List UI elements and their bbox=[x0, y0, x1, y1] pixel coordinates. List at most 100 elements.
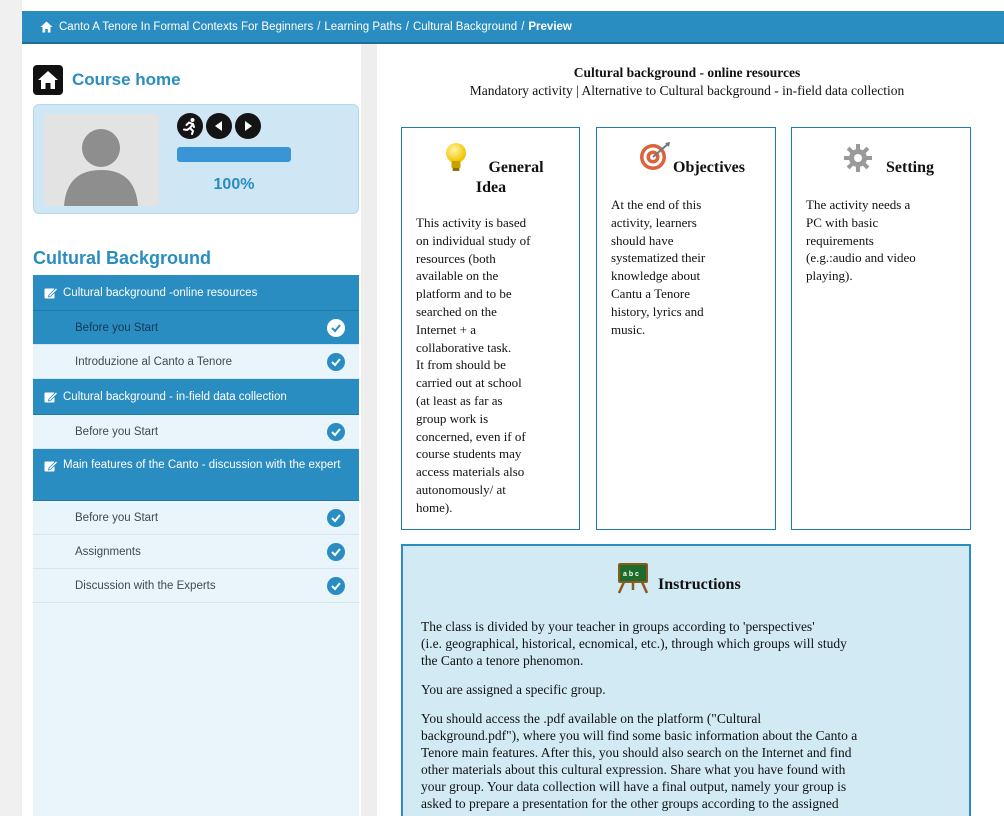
text-line: (e.g.:audio and video bbox=[806, 250, 916, 266]
left-margin bbox=[0, 0, 22, 816]
breadcrumb-separator: / bbox=[521, 20, 525, 33]
check-icon bbox=[327, 543, 345, 561]
text-line: You should access the .pdf available on … bbox=[421, 711, 762, 726]
target-icon bbox=[640, 142, 670, 170]
text-line: should have bbox=[611, 232, 674, 248]
setting-text: The activity needs a PC with basic requi… bbox=[806, 196, 956, 285]
instructions-paragraph: The class is divided by your teacher in … bbox=[421, 618, 951, 669]
text-line: group work is bbox=[416, 410, 489, 426]
group-header-main-features[interactable]: Main features of the Canto - discussion … bbox=[33, 449, 359, 501]
text-line: music. bbox=[611, 321, 646, 337]
general-idea-title-line2: Idea bbox=[475, 179, 507, 196]
edit-note-icon bbox=[44, 391, 58, 403]
text-line: (at least as far as bbox=[416, 392, 503, 408]
main-content: Cultural background - online resources M… bbox=[377, 44, 1004, 816]
check-icon bbox=[327, 423, 345, 441]
text-line: PC with basic bbox=[806, 214, 879, 230]
general-idea-text: This activity is based on individual stu… bbox=[416, 214, 565, 517]
text-line: It from should be bbox=[416, 357, 506, 373]
objectives-text: At the end of this activity, learners sh… bbox=[611, 196, 761, 338]
text-line: knowledge about bbox=[611, 268, 701, 284]
activity-title: Cultural background - online resources bbox=[573, 65, 801, 80]
text-line: The class is divided by your teacher in … bbox=[421, 619, 815, 634]
item-label: Introduzione al Canto a Tenore bbox=[75, 355, 233, 368]
group-title: Cultural background - in-field data coll… bbox=[63, 390, 287, 403]
text-line: on individual study of bbox=[416, 232, 531, 248]
course-home-link[interactable]: Course home bbox=[33, 62, 359, 98]
text-line: background.pdf"), where you will find so… bbox=[421, 728, 858, 743]
text-line: The activity needs a bbox=[806, 197, 911, 212]
breadcrumb-current: Preview bbox=[528, 20, 572, 33]
text-line: history, lyrics and bbox=[611, 303, 704, 319]
text-line: your group. Your data collection will ha… bbox=[421, 779, 847, 794]
svg-text:a b c: a b c bbox=[623, 571, 639, 578]
breadcrumb: Canto A Tenore In Formal Contexts For Be… bbox=[22, 11, 1004, 44]
home-icon[interactable] bbox=[40, 21, 53, 33]
item-label: Before you Start bbox=[75, 321, 159, 334]
check-icon bbox=[327, 509, 345, 527]
text-line: systematized their bbox=[611, 250, 706, 266]
text-line: carried out at school bbox=[416, 375, 522, 391]
home-icon bbox=[33, 65, 63, 95]
item-label: Before you Start bbox=[75, 425, 159, 438]
check-icon bbox=[327, 353, 345, 371]
group-header-online-resources[interactable]: Cultural background -online resources bbox=[33, 275, 359, 311]
check-icon bbox=[327, 319, 345, 337]
text-line: Cantu a Tenore bbox=[611, 285, 690, 301]
sidebar-empty-area bbox=[33, 603, 359, 816]
profile-panel: 100% bbox=[33, 104, 359, 214]
progress-fill bbox=[177, 147, 291, 162]
list-item-before-you-start[interactable]: Before you Start bbox=[33, 501, 359, 535]
text-line: the Canto a tenore phenomon. bbox=[421, 653, 584, 668]
list-item-before-you-start[interactable]: Before you Start bbox=[33, 415, 359, 449]
general-idea-title-line1: General bbox=[488, 159, 544, 176]
gear-icon bbox=[844, 144, 872, 172]
previous-icon[interactable] bbox=[206, 113, 232, 139]
breadcrumb-separator: / bbox=[405, 20, 409, 33]
edit-note-icon bbox=[44, 460, 58, 472]
section-title: Cultural Background bbox=[33, 248, 212, 268]
list-item-before-you-start[interactable]: Before you Start bbox=[33, 311, 359, 345]
text-line: home). bbox=[416, 499, 453, 515]
breadcrumb-separator: / bbox=[317, 20, 321, 33]
text-line: available on the bbox=[416, 268, 499, 284]
instructions-paragraph: You are assigned a specific group. bbox=[421, 681, 951, 698]
text-line: platform and to be bbox=[416, 286, 512, 302]
item-label: Discussion with the Experts bbox=[75, 579, 216, 592]
text-line: requirements bbox=[806, 232, 874, 248]
list-item-introduzione[interactable]: Introduzione al Canto a Tenore bbox=[33, 345, 359, 379]
objectives-card: Objectives At the end of this activity, … bbox=[596, 127, 776, 530]
text-line: access materials also bbox=[416, 464, 525, 480]
learning-path-list: Cultural background -online resources Be… bbox=[33, 275, 359, 816]
edit-note-icon bbox=[44, 287, 58, 299]
progress-bar bbox=[177, 147, 291, 162]
text-line: This activity is based bbox=[416, 215, 527, 230]
text-line: course students may bbox=[416, 446, 522, 462]
setting-title: Setting bbox=[886, 159, 934, 176]
list-item-assignments[interactable]: Assignments bbox=[33, 535, 359, 569]
item-label: Before you Start bbox=[75, 511, 159, 524]
group-title: Cultural background -online resources bbox=[63, 286, 258, 299]
item-label: Assignments bbox=[75, 545, 141, 558]
breadcrumb-course[interactable]: Canto A Tenore In Formal Contexts For Be… bbox=[59, 21, 313, 33]
breadcrumb-learning-paths[interactable]: Learning Paths bbox=[324, 21, 401, 33]
check-icon bbox=[327, 577, 345, 595]
progress-percent: 100% bbox=[213, 176, 255, 193]
text-line: You are assigned a specific group. bbox=[421, 682, 606, 697]
text-line: collaborative task. bbox=[416, 339, 512, 355]
text-line: At the end of this bbox=[611, 197, 702, 212]
column-separator bbox=[361, 44, 377, 816]
sidebar: Course home 100% Cultural Background Cul… bbox=[33, 62, 359, 816]
text-line: autonomously/ at bbox=[416, 481, 506, 497]
runner-icon[interactable] bbox=[177, 113, 203, 139]
text-line: asked to prepare a presentation for the … bbox=[421, 796, 839, 811]
avatar bbox=[44, 114, 159, 206]
blackboard-icon: a b c bbox=[617, 563, 649, 594]
instructions-panel: a b c Instructions The class is divided … bbox=[401, 544, 971, 816]
instructions-title: Instructions bbox=[658, 576, 741, 593]
group-header-in-field-data[interactable]: Cultural background - in-field data coll… bbox=[33, 379, 359, 415]
text-line: concerned, even if of bbox=[416, 428, 526, 444]
list-item-discussion-experts[interactable]: Discussion with the Experts bbox=[33, 569, 359, 603]
breadcrumb-cultural-background[interactable]: Cultural Background bbox=[413, 21, 517, 33]
next-icon[interactable] bbox=[235, 113, 261, 139]
